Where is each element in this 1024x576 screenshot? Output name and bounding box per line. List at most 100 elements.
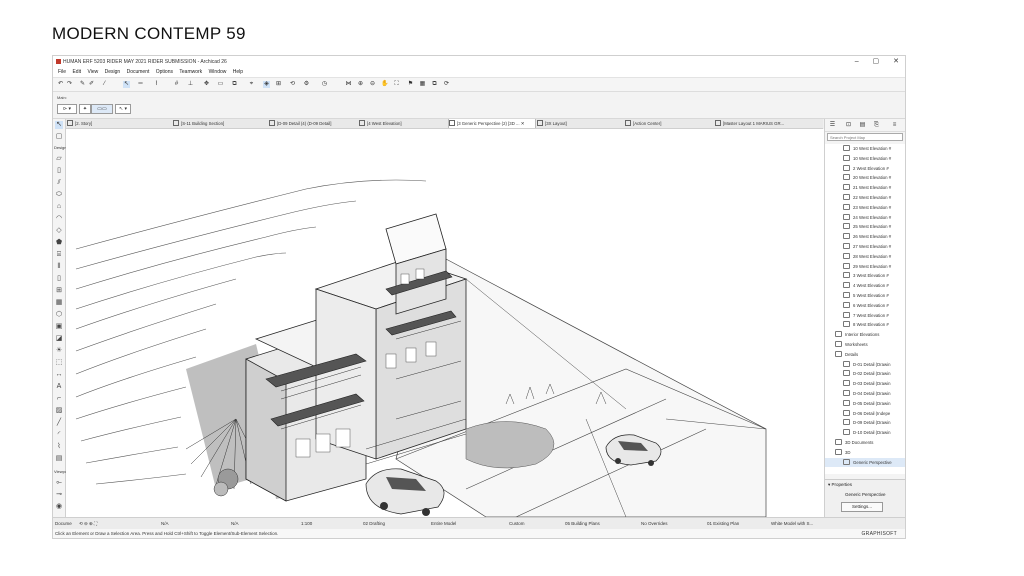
beam-tool-icon[interactable]: ⫽ xyxy=(55,179,63,187)
tree-item[interactable]: 27 West Elevation # xyxy=(825,242,905,252)
tree-item[interactable]: 24 West Elevation # xyxy=(825,213,905,223)
tree-item[interactable]: D-05 Detail (Drawin xyxy=(825,399,905,409)
tree-item[interactable]: 5 West Elevation # xyxy=(825,291,905,301)
tab-story[interactable]: [2. Story] xyxy=(67,119,155,128)
tree-item[interactable]: 3 West Elevation # xyxy=(825,271,905,281)
menu-file[interactable]: File xyxy=(58,69,66,75)
tree-item[interactable]: 26 West Elevation # xyxy=(825,232,905,242)
zoom-value-b[interactable]: N/A xyxy=(231,520,239,528)
tab-detail[interactable]: [D-09 Detail (4) (D-09 Detail] xyxy=(269,119,349,128)
tree-item[interactable]: 2 West Elevation # xyxy=(825,164,905,174)
tree-item[interactable]: 8 West Elevation # xyxy=(825,320,905,330)
grid-snap-icon[interactable]: # xyxy=(173,81,180,88)
close-button[interactable]: ✕ xyxy=(893,58,899,65)
menu-teamwork[interactable]: Teamwork xyxy=(179,69,202,75)
section-tool-icon[interactable]: ⟜ xyxy=(55,479,63,487)
tab-west-elevation[interactable]: [4 West Elevation] xyxy=(359,119,441,128)
menu-design[interactable]: Design xyxy=(105,69,121,75)
menu-view[interactable]: View xyxy=(87,69,98,75)
publish-icon[interactable]: ⧉ xyxy=(431,81,438,88)
tree-item[interactable]: Details xyxy=(825,350,905,360)
layout-book-icon[interactable]: ▤ xyxy=(859,122,866,129)
fill-tool-icon[interactable]: ▨ xyxy=(55,407,63,415)
timer-icon[interactable]: ◷ xyxy=(321,81,328,88)
line-type-icon[interactable]: ═ xyxy=(137,81,144,88)
slab-tool-icon[interactable]: ⬭ xyxy=(55,191,63,199)
menu-options[interactable]: Options xyxy=(156,69,173,75)
tree-item[interactable]: 23 West Elevation # xyxy=(825,203,905,213)
tab-layout[interactable]: [3X Layout] xyxy=(537,119,621,128)
tree-item[interactable]: 3D xyxy=(825,448,905,458)
menu-window[interactable]: Window xyxy=(209,69,227,75)
tab-building-section[interactable]: [S-11 Building Section] xyxy=(173,119,259,128)
minimize-button[interactable]: – xyxy=(855,58,859,65)
3d-viewport[interactable] xyxy=(66,129,824,517)
view-map-icon[interactable]: ⊡ xyxy=(845,122,852,129)
tree-item[interactable]: 29 West Elevation # xyxy=(825,262,905,272)
elevation-tool-icon[interactable]: ⊸ xyxy=(55,491,63,499)
3d-view-icon[interactable]: ◈ xyxy=(263,81,270,88)
dimension-tool-icon[interactable]: ↔ xyxy=(55,371,63,379)
orbit-icon[interactable]: ⟲ xyxy=(289,81,296,88)
column-tool-icon[interactable]: ▯ xyxy=(55,167,63,175)
panel-menu-icon[interactable]: ≡ xyxy=(891,122,898,129)
guide-icon[interactable]: ⊥ xyxy=(187,81,194,88)
tree-item[interactable]: 22 West Elevation # xyxy=(825,193,905,203)
settings-icon[interactable]: ⚙ xyxy=(303,81,310,88)
tree-item[interactable]: D-09 Detail (Drawin xyxy=(825,418,905,428)
tree-item[interactable]: D-01 Detail (Drawin xyxy=(825,360,905,370)
window-tool-icon[interactable]: ⊞ xyxy=(55,287,63,295)
polyline-tool-icon[interactable]: ⌇ xyxy=(55,443,63,451)
tree-item[interactable]: Interior Elevations xyxy=(825,330,905,340)
tree-item[interactable]: D-10 Detail (Drawin xyxy=(825,428,905,438)
stair-tool-icon[interactable]: ⌸ xyxy=(55,251,63,259)
pen-set-icon[interactable]: ⌇ xyxy=(153,81,160,88)
project-map-icon[interactable]: ☰ xyxy=(829,122,836,129)
figure-tool-icon[interactable]: ▤ xyxy=(55,455,63,463)
graphic-overrides[interactable]: No Overrides xyxy=(641,520,668,528)
tree-item[interactable]: 20 West Elevation # xyxy=(825,173,905,183)
layer-combination[interactable]: 02 Drafting xyxy=(363,520,385,528)
tab-master-layout[interactable]: [Master Layout 1 MARIUS GR... xyxy=(715,119,815,128)
measure-icon[interactable]: ⋈ xyxy=(345,81,352,88)
flag-icon[interactable]: ⚑ xyxy=(407,81,414,88)
tree-item[interactable]: D-06 Detail (Indepe xyxy=(825,409,905,419)
settings-button[interactable]: Settings... xyxy=(841,502,883,512)
inject-icon[interactable]: ✐ xyxy=(88,81,95,88)
geometry-method-select[interactable]: ⊳ ▾ xyxy=(57,104,77,114)
morph-tool-icon[interactable]: ⬟ xyxy=(55,239,63,247)
tree-item[interactable]: Generic Perspective xyxy=(825,457,905,468)
tab-generic-perspective[interactable]: [3 Generic Perspective (2) [3D ... ✕ xyxy=(448,119,536,128)
nav-controls[interactable]: ⟲ ⊖ ⊕ ⛶ xyxy=(79,520,97,528)
selection-mode-select[interactable]: ▭▭ xyxy=(91,104,113,114)
tree-item[interactable]: D-02 Detail (Drawin xyxy=(825,369,905,379)
zoom-out-icon[interactable]: ⊖ xyxy=(369,81,376,88)
menu-help[interactable]: Help xyxy=(233,69,243,75)
model-view[interactable]: Entire Model xyxy=(431,520,456,528)
move-icon[interactable]: ✥ xyxy=(203,81,210,88)
pan-icon[interactable]: ✋ xyxy=(381,81,388,88)
line-tool-icon[interactable]: ╱ xyxy=(55,419,63,427)
mesh-tool-icon[interactable]: ◪ xyxy=(55,335,63,343)
3d-style[interactable]: White Model with S... xyxy=(771,520,813,528)
tree-item[interactable]: 25 West Elevation # xyxy=(825,222,905,232)
marquee-tool-icon[interactable]: ▢ xyxy=(55,133,63,141)
scale-value[interactable]: 1:100 xyxy=(301,520,312,528)
fit-window-icon[interactable]: ⛶ xyxy=(393,81,400,88)
rectangle-icon[interactable]: ▭ xyxy=(217,81,224,88)
menu-document[interactable]: Document xyxy=(127,69,150,75)
pin-icon[interactable]: ⌖ xyxy=(248,81,255,88)
roof-tool-icon[interactable]: ⌂ xyxy=(55,203,63,211)
tree-item[interactable]: 4 West Elevation # xyxy=(825,281,905,291)
redo-icon[interactable]: ↷ xyxy=(66,81,73,88)
railing-tool-icon[interactable]: ⫴ xyxy=(55,263,63,271)
project-map-search-input[interactable]: Search Project Map xyxy=(827,133,903,141)
tab-action-center[interactable]: [Action Center] xyxy=(625,119,711,128)
lamp-tool-icon[interactable]: ☀ xyxy=(55,347,63,355)
tree-item[interactable]: Worksheets xyxy=(825,340,905,350)
opening-tool-icon[interactable]: ⬚ xyxy=(55,359,63,367)
arrow-tool-icon[interactable]: ↖ xyxy=(123,81,130,88)
tree-item[interactable]: 10 West Elevation # xyxy=(825,154,905,164)
render-icon[interactable]: ▦ xyxy=(419,81,426,88)
shell-tool-icon[interactable]: ◠ xyxy=(55,215,63,223)
